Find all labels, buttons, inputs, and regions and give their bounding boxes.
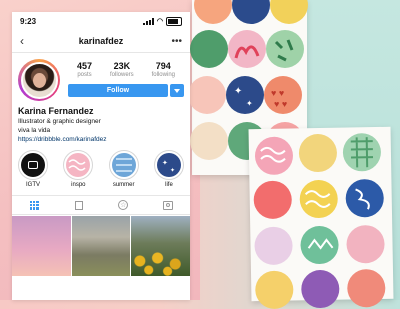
stat-posts[interactable]: 457 posts bbox=[77, 61, 92, 78]
sticker-dot bbox=[300, 225, 339, 265]
tv-icon bbox=[28, 161, 38, 169]
svg-text:✦: ✦ bbox=[170, 167, 175, 174]
signal-icon bbox=[142, 17, 154, 25]
stat-label: following bbox=[151, 72, 175, 78]
photo-grid bbox=[12, 216, 190, 276]
sticker-dot: ✦ ✦ bbox=[226, 76, 264, 114]
tab-saved[interactable]: ☆ bbox=[115, 197, 131, 213]
wifi-icon: ◠ bbox=[156, 18, 163, 25]
avatar bbox=[20, 61, 58, 99]
sticker-dot bbox=[300, 269, 340, 309]
bio-link[interactable]: https://dribbble.com/karinafdez bbox=[18, 135, 184, 144]
sticker-dot bbox=[190, 122, 228, 160]
svg-text:♥ ♥: ♥ ♥ bbox=[271, 88, 284, 98]
status-bar: 9:23 ◠ bbox=[12, 12, 190, 30]
sticker-dot bbox=[190, 30, 228, 68]
star-icon: ☆ bbox=[118, 200, 129, 210]
nav-bar: ‹ karinafdez ••• bbox=[12, 30, 190, 53]
sticker-dot bbox=[346, 268, 386, 308]
sticker-dot bbox=[253, 180, 293, 220]
sticker-sheet-bottom bbox=[248, 126, 394, 309]
sticker-dot bbox=[254, 136, 294, 176]
follow-button[interactable]: Follow bbox=[68, 84, 168, 97]
highlight-igtv[interactable]: IGTV bbox=[16, 150, 50, 188]
grid-icon bbox=[29, 200, 39, 210]
sticker-dot bbox=[346, 224, 385, 264]
avatar-story-ring[interactable] bbox=[18, 59, 60, 101]
sticker-dot bbox=[298, 133, 338, 173]
sticker-dot bbox=[254, 226, 293, 266]
stat-value: 457 bbox=[76, 61, 93, 71]
photo-rock-cliffs[interactable] bbox=[71, 216, 131, 276]
sticker-dot: ♥ ♥ ♥ ♥ bbox=[264, 76, 302, 114]
highlight-summer[interactable]: summer bbox=[107, 150, 141, 188]
sticker-dot bbox=[194, 0, 232, 24]
feed-icon bbox=[74, 200, 83, 210]
status-time: 9:23 bbox=[20, 16, 37, 26]
chevron-left-icon[interactable]: ‹ bbox=[20, 34, 32, 48]
phone-screen: 9:23 ◠ ‹ karinafdez ••• 457 posts 23K fo… bbox=[12, 12, 190, 300]
sticker-dot bbox=[228, 30, 266, 68]
tab-feed[interactable] bbox=[71, 197, 87, 213]
stats-row: 457 posts 23K followers 794 following bbox=[68, 59, 184, 78]
stat-following[interactable]: 794 following bbox=[152, 61, 175, 78]
highlight-inspo[interactable]: inspo bbox=[61, 150, 95, 188]
sticker-dot bbox=[299, 179, 339, 219]
ellipsis-icon[interactable]: ••• bbox=[170, 36, 182, 47]
stat-label: followers bbox=[109, 72, 134, 78]
stat-value: 23K bbox=[113, 61, 131, 71]
bio-line: viva la vida bbox=[18, 127, 51, 134]
bio: Karina Fernandez Illustrator & graphic d… bbox=[12, 101, 190, 144]
profile-tab-bar: ☆ bbox=[12, 195, 190, 215]
svg-text:♥ ♥: ♥ ♥ bbox=[274, 99, 287, 109]
tab-grid[interactable] bbox=[26, 197, 42, 213]
sticker-dot bbox=[345, 178, 385, 218]
stat-value: 794 bbox=[155, 61, 171, 71]
photo-sunflowers[interactable] bbox=[131, 216, 190, 276]
photo-pink-sky[interactable] bbox=[12, 216, 71, 276]
suggested-dropdown-button[interactable] bbox=[170, 84, 184, 97]
bio-line: Illustrator & graphic designer bbox=[18, 118, 101, 125]
stat-label: posts bbox=[77, 72, 92, 78]
sticker-dot bbox=[266, 30, 304, 68]
sticker-dot bbox=[342, 132, 382, 172]
battery-icon bbox=[166, 16, 182, 26]
svg-text:✦: ✦ bbox=[234, 86, 242, 97]
username-title: karinafdez bbox=[78, 36, 124, 46]
sticker-dot bbox=[254, 270, 294, 309]
sticker-dot bbox=[270, 0, 308, 24]
highlight-label: summer bbox=[112, 182, 135, 188]
profile-name: Karina Fernandez bbox=[18, 106, 94, 116]
highlight-label: IGTV bbox=[25, 182, 40, 188]
stat-followers[interactable]: 23K followers bbox=[110, 61, 134, 78]
tab-tagged[interactable] bbox=[160, 197, 176, 213]
svg-text:✦: ✦ bbox=[162, 159, 168, 167]
highlight-life[interactable]: ✦ ✦ life bbox=[152, 150, 186, 188]
sticker-dot bbox=[232, 0, 270, 24]
highlight-label: life bbox=[165, 182, 173, 188]
sticker-dot bbox=[188, 76, 226, 114]
story-highlights: IGTV inspo summer ✦ ✦ life bbox=[12, 144, 190, 188]
profile-header: 457 posts 23K followers 794 following Fo… bbox=[12, 53, 190, 101]
highlight-label: inspo bbox=[71, 182, 86, 188]
svg-text:✦: ✦ bbox=[246, 99, 253, 108]
chevron-down-icon bbox=[174, 88, 180, 93]
tag-icon bbox=[162, 200, 173, 210]
